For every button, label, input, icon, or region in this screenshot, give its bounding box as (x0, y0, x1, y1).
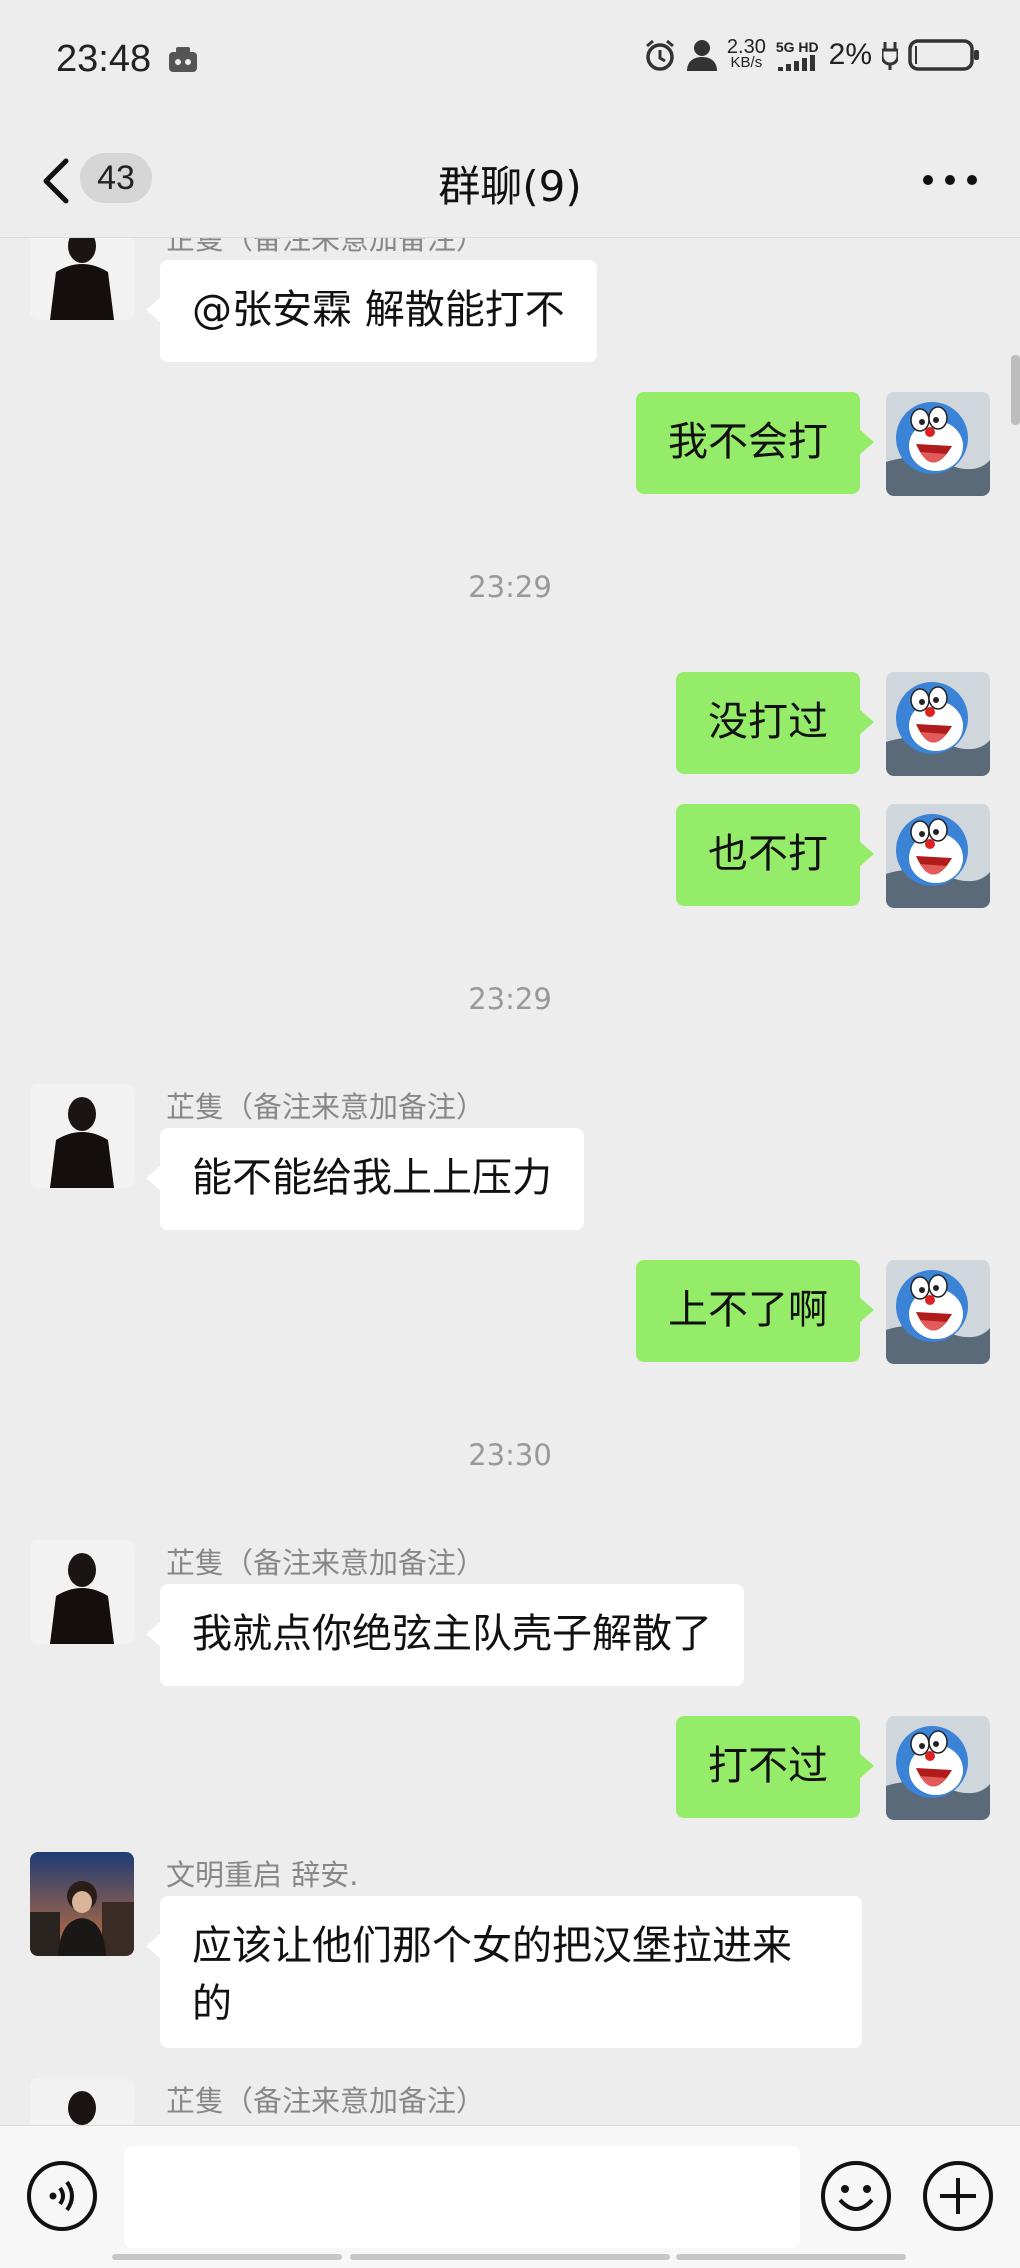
message-bubble[interactable]: 我不会打 (636, 392, 874, 494)
avatar[interactable] (886, 672, 990, 776)
doraemon-avatar-icon (886, 392, 990, 496)
chat-header: 43 群聊(9) (0, 125, 1020, 238)
message-bubble[interactable]: 上不了啊 (636, 1260, 874, 1362)
doraemon-avatar-icon (886, 1260, 990, 1364)
sender-name: 芷隻（备注来意加备注） (166, 2084, 486, 2118)
avatar[interactable] (30, 1084, 134, 1188)
avatar[interactable] (30, 1540, 134, 1644)
charging-icon (882, 42, 898, 70)
message-bubble[interactable]: 我就点你绝弦主队壳子解散了 (146, 1584, 744, 1686)
avatar[interactable] (30, 2078, 134, 2125)
battery-percent: 2% (828, 38, 872, 71)
user-icon (686, 40, 717, 71)
app-notification-icon (168, 46, 198, 74)
doraemon-avatar-icon (886, 1716, 990, 1820)
avatar[interactable] (886, 1260, 990, 1364)
voice-button[interactable] (24, 2158, 100, 2234)
emoji-button[interactable] (818, 2158, 894, 2234)
doraemon-avatar-icon (886, 672, 990, 776)
home-indicator (112, 2254, 342, 2260)
status-time: 23:48 (56, 38, 152, 80)
avatar[interactable] (30, 1852, 134, 1956)
sender-name: 文明重启 辞安. (166, 1858, 359, 1892)
emoji-icon (821, 2161, 891, 2231)
timestamp: 23:29 (468, 982, 552, 1016)
message-bubble[interactable]: 也不打 (676, 804, 874, 906)
scrollbar[interactable] (1011, 355, 1020, 425)
home-indicator (676, 2254, 906, 2260)
avatar[interactable] (886, 1716, 990, 1820)
sender-name: 芷隻（备注来意加备注） (166, 238, 486, 256)
more-options-button[interactable] (920, 165, 980, 195)
signal-icon: 5G HD (776, 39, 819, 71)
message-bubble[interactable]: 没打过 (676, 672, 874, 774)
message-list[interactable]: 芷隻（备注来意加备注） @张安霖 解散能打不 我不会打 23:29 没打过 也不… (0, 238, 1020, 2125)
avatar[interactable] (30, 238, 134, 320)
doraemon-avatar-icon (886, 804, 990, 908)
timestamp: 23:30 (468, 1438, 552, 1472)
timestamp: 23:29 (468, 570, 552, 604)
plus-icon (923, 2161, 993, 2231)
message-bubble[interactable]: 能不能给我上上压力 (146, 1128, 584, 1230)
sender-name: 芷隻（备注来意加备注） (166, 1546, 486, 1580)
more-icon (923, 175, 977, 185)
input-bar (0, 2125, 1020, 2268)
alarm-icon (645, 39, 674, 71)
avatar[interactable] (886, 392, 990, 496)
battery-icon (908, 39, 979, 71)
status-bar: 23:48 2.30 KB/s 5G HD 2% (0, 0, 1020, 125)
message-bubble[interactable]: @张安霖 解散能打不 (146, 260, 597, 362)
status-icons: 2.30 KB/s 5G HD 2% (643, 36, 980, 72)
sender-name: 芷隻（备注来意加备注） (166, 1090, 486, 1124)
avatar[interactable] (886, 804, 990, 908)
network-speed: 2.30 KB/s (726, 36, 766, 71)
home-indicator (350, 2254, 670, 2260)
message-bubble[interactable]: 应该让他们那个女的把汉堡拉进来的 (146, 1896, 862, 2048)
message-input[interactable] (124, 2146, 800, 2248)
chat-title: 群聊(9) (438, 162, 582, 211)
plus-button[interactable] (920, 2158, 996, 2234)
voice-icon (27, 2161, 97, 2231)
message-bubble[interactable]: 打不过 (676, 1716, 874, 1818)
